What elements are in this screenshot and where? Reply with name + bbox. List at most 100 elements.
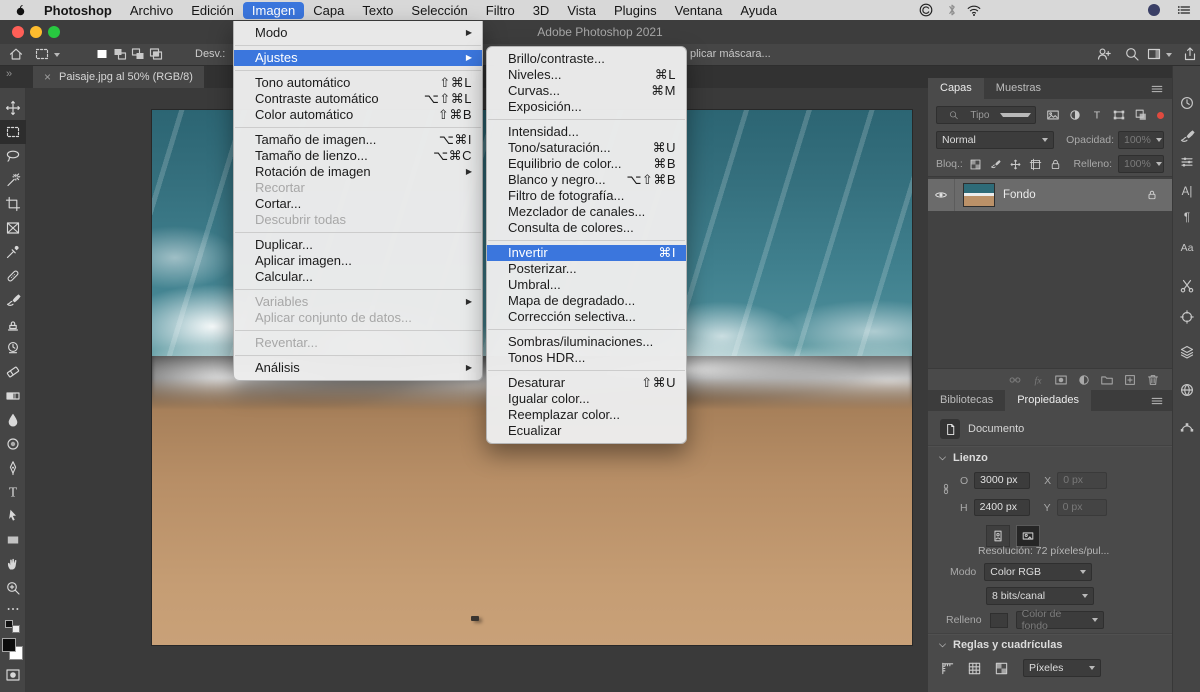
- layer-filter-input[interactable]: Tipo: [936, 106, 1036, 124]
- layer-mask-icon[interactable]: [1054, 373, 1068, 387]
- spot-healing-tool[interactable]: [0, 264, 26, 288]
- width-field[interactable]: 3000 px: [974, 472, 1030, 489]
- link-icon[interactable]: [1008, 373, 1022, 387]
- rectangular-marquee-tool[interactable]: [0, 120, 26, 144]
- submenu-item-desaturar[interactable]: Desaturar⇧⌘U: [487, 375, 686, 391]
- submenu-item-equilibrio-de-color[interactable]: Equilibrio de color...⌘B: [487, 156, 686, 172]
- ruler-icon[interactable]: [940, 661, 955, 676]
- edit-toolbar-icon[interactable]: [0, 600, 26, 618]
- fill-select[interactable]: 100%: [1118, 155, 1164, 173]
- lock-paint-icon[interactable]: [989, 158, 1002, 171]
- submenu-item-blanco-y-negro[interactable]: Blanco y negro...⌥⇧⌘B: [487, 172, 686, 188]
- lock-transparency-icon[interactable]: [969, 158, 982, 171]
- menubar-edicion[interactable]: Edición: [182, 2, 243, 19]
- menu-item-ajustes[interactable]: Ajustes▶: [234, 50, 482, 66]
- opacity-select[interactable]: 100%: [1118, 131, 1164, 149]
- menubar-filtro[interactable]: Filtro: [477, 2, 524, 19]
- height-field[interactable]: 2400 px: [974, 499, 1030, 516]
- menu-item-tamano-de-lienzo[interactable]: Tamaño de lienzo...⌥⌘C: [234, 148, 482, 164]
- color-mode-select[interactable]: Color RGB: [984, 563, 1092, 581]
- rulers-section-header[interactable]: Reglas y cuadrículas: [938, 639, 1062, 651]
- clone-source-icon[interactable]: [1179, 309, 1195, 325]
- new-selection-icon[interactable]: [94, 46, 110, 62]
- document-tab[interactable]: × Paisaje.jpg al 50% (RGB/8): [33, 65, 204, 88]
- tab-overflow-icon[interactable]: »: [6, 68, 12, 80]
- foreground-color-swatch[interactable]: [2, 638, 16, 652]
- move-tool[interactable]: [0, 96, 26, 120]
- menu-item-analisis[interactable]: Análisis▶: [234, 360, 482, 376]
- submenu-item-reemplazar-color[interactable]: Reemplazar color...: [487, 407, 686, 423]
- submenu-item-posterizar[interactable]: Posterizar...: [487, 261, 686, 277]
- screen-mode-button[interactable]: [0, 687, 26, 692]
- grid-icon[interactable]: [967, 661, 982, 676]
- brush-tool[interactable]: [0, 288, 26, 312]
- adjustment-filter-icon[interactable]: [1068, 108, 1082, 122]
- menu-item-tamano-de-imagen[interactable]: Tamaño de imagen...⌥⌘I: [234, 132, 482, 148]
- canvas-section-header[interactable]: Lienzo: [938, 452, 988, 464]
- paragraph-icon[interactable]: ¶: [1179, 209, 1195, 225]
- submenu-item-sombras-iluminaciones[interactable]: Sombras/iluminaciones...: [487, 334, 686, 350]
- glyphs-icon[interactable]: Aa: [1179, 239, 1195, 255]
- character-icon[interactable]: A|: [1179, 183, 1195, 199]
- menubar-archivo[interactable]: Archivo: [121, 2, 182, 19]
- scissors-icon[interactable]: [1179, 278, 1195, 294]
- shape-filter-icon[interactable]: [1112, 108, 1126, 122]
- filter-toggle-icon[interactable]: [1157, 112, 1164, 119]
- libraries-icon[interactable]: [1179, 344, 1195, 360]
- fx-icon[interactable]: fx: [1031, 373, 1045, 387]
- menu-item-cortar[interactable]: Cortar...: [234, 196, 482, 212]
- path-selection-tool[interactable]: [0, 504, 26, 528]
- new-adjustment-icon[interactable]: [1077, 373, 1091, 387]
- tab-close-icon[interactable]: ×: [44, 71, 51, 83]
- clone-stamp-tool[interactable]: [0, 312, 26, 336]
- eraser-tool[interactable]: [0, 360, 26, 384]
- panel-menu-icon[interactable]: [1150, 394, 1164, 408]
- transparency-grid-icon[interactable]: [994, 661, 1009, 676]
- bit-depth-select[interactable]: 8 bits/canal: [986, 587, 1094, 605]
- type-tool[interactable]: T: [0, 480, 26, 504]
- brush-settings-icon[interactable]: [1179, 128, 1195, 144]
- portrait-orientation-button[interactable]: [986, 525, 1010, 547]
- history-brush-tool[interactable]: [0, 336, 26, 360]
- menubar-ventana[interactable]: Ventana: [666, 2, 732, 19]
- delete-icon[interactable]: [1146, 373, 1160, 387]
- submenu-item-curvas[interactable]: Curvas...⌘M: [487, 83, 686, 99]
- submenu-item-tono-saturacion[interactable]: Tono/saturación...⌘U: [487, 140, 686, 156]
- gradient-tool[interactable]: [0, 384, 26, 408]
- object-selection-tool[interactable]: [0, 168, 26, 192]
- submenu-item-ecualizar[interactable]: Ecualizar: [487, 423, 686, 439]
- submenu-item-filtro-de-fotografia[interactable]: Filtro de fotografía...: [487, 188, 686, 204]
- submenu-item-umbral[interactable]: Umbral...: [487, 277, 686, 293]
- caret-down-icon[interactable]: [54, 53, 60, 57]
- brush-presets-icon[interactable]: [1179, 154, 1195, 170]
- hand-tool[interactable]: [0, 552, 26, 576]
- menubar-capa[interactable]: Capa: [304, 2, 353, 19]
- color-icon[interactable]: [1179, 382, 1195, 398]
- layer-thumbnail[interactable]: [963, 183, 995, 207]
- lock-artboard-icon[interactable]: [1029, 158, 1042, 171]
- lock-all-icon[interactable]: [1049, 158, 1062, 171]
- add-selection-icon[interactable]: [112, 46, 128, 62]
- submenu-item-exposicion[interactable]: Exposición...: [487, 99, 686, 115]
- blend-mode-select[interactable]: Normal: [936, 131, 1054, 149]
- blur-tool[interactable]: [0, 408, 26, 432]
- color-swatches[interactable]: [2, 638, 23, 660]
- wifi-icon[interactable]: [966, 2, 982, 18]
- menubar-3d[interactable]: 3D: [524, 2, 559, 19]
- new-group-icon[interactable]: [1100, 373, 1114, 387]
- layer-lock-icon[interactable]: [1146, 189, 1158, 201]
- y-field[interactable]: 0 px: [1057, 499, 1107, 516]
- menubar-texto[interactable]: Texto: [353, 2, 402, 19]
- menubar-vista[interactable]: Vista: [558, 2, 605, 19]
- caret-down-icon[interactable]: [1166, 53, 1172, 57]
- menu-item-color-automatico[interactable]: Color automático⇧⌘B: [234, 107, 482, 123]
- quick-mask-button[interactable]: [0, 663, 26, 687]
- submenu-item-mapa-de-degradado[interactable]: Mapa de degradado...: [487, 293, 686, 309]
- canvas-fill-select[interactable]: Color de fondo: [1016, 611, 1104, 629]
- menu-item-rotacion-de-imagen[interactable]: Rotación de imagen▶: [234, 164, 482, 180]
- layer-name[interactable]: Fondo: [1003, 189, 1146, 201]
- siri-icon[interactable]: [1146, 2, 1162, 18]
- fill-swatch[interactable]: [990, 613, 1008, 628]
- bluetooth-icon[interactable]: [944, 2, 960, 18]
- menubar-plugins[interactable]: Plugins: [605, 2, 666, 19]
